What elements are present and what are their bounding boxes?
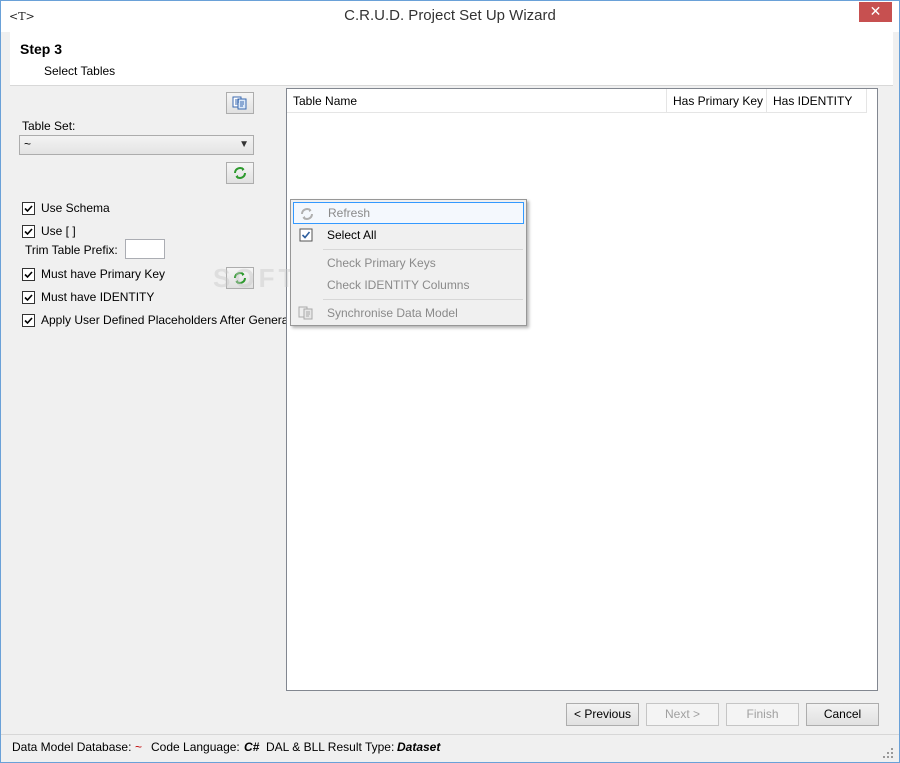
identity-checkbox[interactable] (22, 290, 35, 304)
menu-item-label: Select All (327, 228, 377, 242)
menu-item-refresh[interactable]: Refresh (293, 202, 524, 224)
primary-key-label: Must have Primary Key (41, 267, 166, 281)
resize-grip-icon[interactable] (883, 748, 893, 758)
use-schema-checkbox[interactable] (22, 201, 35, 215)
cancel-button[interactable]: Cancel (806, 703, 879, 726)
status-bar: Data Model Database: ~ Code Language: C#… (1, 734, 899, 762)
trim-prefix-label: Trim Table Prefix: (25, 243, 118, 257)
checkmark-icon (24, 293, 33, 301)
language-label: Code Language: (151, 740, 240, 754)
table-set-value: ~ (24, 137, 32, 151)
step-subtitle: Select Tables (44, 64, 116, 78)
db-label: Data Model Database: (12, 740, 132, 754)
db-value: ~ (135, 740, 143, 754)
use-brackets-checkbox[interactable] (22, 224, 35, 238)
wizard-window: <T> C.R.U.D. Project Set Up Wizard ✕ Ste… (0, 0, 900, 763)
checkmark-icon (24, 270, 33, 278)
menu-separator (323, 249, 523, 250)
use-schema-label: Use Schema (41, 201, 110, 215)
grid-header: Table Name Has Primary Key Has IDENTITY (287, 89, 867, 113)
checkmark-icon (24, 204, 33, 212)
use-schema-checkbox-row[interactable]: Use Schema (22, 200, 110, 216)
step-title: Step 3 (20, 41, 63, 57)
result-type-label: DAL & BLL Result Type: (266, 740, 395, 754)
placeholders-label: Apply User Defined Placeholders After Ge… (41, 313, 299, 327)
finish-button[interactable]: Finish (726, 703, 799, 726)
column-header-primary-key[interactable]: Has Primary Key (667, 89, 767, 113)
title-bar[interactable]: <T> C.R.U.D. Project Set Up Wizard ✕ (1, 1, 899, 32)
table-set-dropdown[interactable]: ~ ▼ (19, 135, 254, 155)
menu-item-label: Synchronise Data Model (327, 306, 458, 320)
refresh-table-sets-button[interactable] (226, 162, 254, 184)
primary-key-checkbox[interactable] (22, 267, 35, 281)
refresh-icon (234, 167, 246, 179)
identity-label: Must have IDENTITY (41, 290, 155, 304)
tables-grid[interactable]: Table Name Has Primary Key Has IDENTITY (286, 88, 878, 691)
sync-model-icon (298, 306, 313, 320)
refresh-icon (301, 208, 313, 220)
wizard-header: Step 3 Select Tables (10, 32, 893, 86)
menu-item-check-identity[interactable]: Check IDENTITY Columns (293, 274, 524, 296)
column-header-table-name[interactable]: Table Name (287, 89, 667, 113)
menu-item-label: Refresh (328, 206, 371, 220)
use-brackets-checkbox-row[interactable]: Use [ ] (22, 223, 76, 239)
sync-data-model-button[interactable] (226, 92, 254, 114)
result-type-value: Dataset (397, 740, 441, 754)
menu-item-check-primary-keys[interactable]: Check Primary Keys (293, 252, 524, 274)
checkmark-icon (24, 227, 33, 235)
menu-item-select-all[interactable]: Select All (293, 224, 524, 246)
identity-checkbox-row[interactable]: Must have IDENTITY (22, 289, 154, 305)
language-value: C# (244, 740, 260, 754)
placeholders-checkbox[interactable] (22, 313, 35, 327)
placeholders-checkbox-row[interactable]: Apply User Defined Placeholders After Ge… (22, 312, 298, 328)
previous-button[interactable]: < Previous (566, 703, 639, 726)
menu-item-label: Check IDENTITY Columns (327, 278, 470, 292)
sync-model-icon (232, 96, 247, 110)
context-menu: Refresh Select All Check Primary Keys Ch… (290, 199, 527, 326)
chevron-down-icon: ▼ (239, 139, 249, 150)
window-title: C.R.U.D. Project Set Up Wizard (344, 7, 556, 24)
menu-separator (323, 299, 523, 300)
table-set-label: Table Set: (22, 119, 76, 133)
trim-prefix-input[interactable] (125, 239, 165, 259)
menu-item-label: Check Primary Keys (327, 256, 436, 270)
primary-key-checkbox-row[interactable]: Must have Primary Key (22, 266, 165, 282)
checkmark-icon (24, 316, 33, 324)
column-header-identity[interactable]: Has IDENTITY (767, 89, 867, 113)
close-button[interactable]: ✕ (859, 2, 892, 22)
menu-item-synchronise[interactable]: Synchronise Data Model (293, 302, 524, 324)
checkbox-icon (299, 228, 313, 242)
next-button[interactable]: Next > (646, 703, 719, 726)
use-brackets-label: Use [ ] (41, 224, 76, 238)
